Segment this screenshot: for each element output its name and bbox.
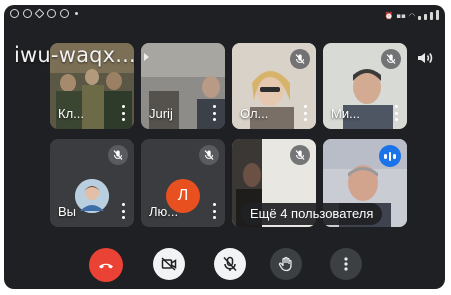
alarm-icon: ⏰ <box>384 12 394 20</box>
more-notifications-icon <box>75 12 78 15</box>
more-vert-icon[interactable] <box>118 105 128 121</box>
more-vert-icon[interactable] <box>209 203 219 219</box>
navigation-icon <box>34 8 45 19</box>
mic-off-icon <box>199 145 219 165</box>
status-icons-left <box>10 8 78 19</box>
notification-icon <box>23 9 32 18</box>
speaker-icon[interactable] <box>415 49 435 67</box>
mic-off-icon <box>381 49 401 69</box>
mic-off-icon <box>290 145 310 165</box>
participant-tile-self[interactable]: Вы <box>50 139 134 227</box>
meet-screen: ⏰ ▪▪ ◠ iwu-waqx... Кл... Jurij Ол... Ми.… <box>4 5 445 289</box>
more-vert-icon <box>344 257 348 271</box>
more-vert-icon[interactable] <box>300 105 310 121</box>
mic-off-icon <box>108 145 128 165</box>
signal-icon <box>424 14 427 20</box>
mic-toggle-button[interactable] <box>214 248 246 280</box>
notification-icon <box>10 9 19 18</box>
call-controls <box>4 248 445 284</box>
participant-name: Вы <box>58 204 77 219</box>
more-vert-icon[interactable] <box>118 203 128 219</box>
participant-name: Ол... <box>240 106 269 121</box>
more-options-button[interactable] <box>330 248 362 280</box>
status-bar: ⏰ ▪▪ ◠ <box>4 5 445 27</box>
raise-hand-icon <box>278 256 292 272</box>
participant-name: Ми... <box>331 106 360 121</box>
mic-off-icon <box>290 49 310 69</box>
participant-tile[interactable]: Jurij <box>141 43 225 129</box>
status-icons-right: ⏰ ▪▪ ◠ <box>385 10 439 20</box>
participant-name: Кл... <box>58 106 84 121</box>
more-vert-icon[interactable] <box>209 105 219 121</box>
more-vert-icon[interactable] <box>391 105 401 121</box>
participant-name: Лю... <box>149 204 179 219</box>
hangup-button[interactable] <box>89 248 123 282</box>
participant-tile[interactable]: Ми... <box>323 43 407 129</box>
speaking-indicator-icon <box>379 145 401 167</box>
avatar <box>75 179 109 213</box>
meeting-title[interactable]: iwu-waqx... <box>14 43 136 67</box>
more-participants-label[interactable]: Ещё 4 пользователя <box>241 203 383 225</box>
signal-icon <box>430 12 433 20</box>
chevron-right-icon[interactable] <box>144 53 149 61</box>
wifi-icon: ◠ <box>408 12 415 20</box>
signal-icon <box>436 10 439 20</box>
participant-tile[interactable]: Ол... <box>232 43 316 129</box>
notification-icon <box>47 9 56 18</box>
participant-name: Jurij <box>149 106 173 121</box>
phone-hangup-icon <box>99 263 113 269</box>
camera-off-icon <box>161 257 177 271</box>
mic-off-icon <box>223 256 237 272</box>
notification-icon <box>60 9 69 18</box>
raise-hand-button[interactable] <box>270 248 302 280</box>
signal-icon <box>418 16 421 20</box>
participant-tile[interactable]: Л Лю... <box>141 139 225 227</box>
network-speed-icon: ▪▪ <box>396 12 406 20</box>
camera-toggle-button[interactable] <box>153 248 185 280</box>
